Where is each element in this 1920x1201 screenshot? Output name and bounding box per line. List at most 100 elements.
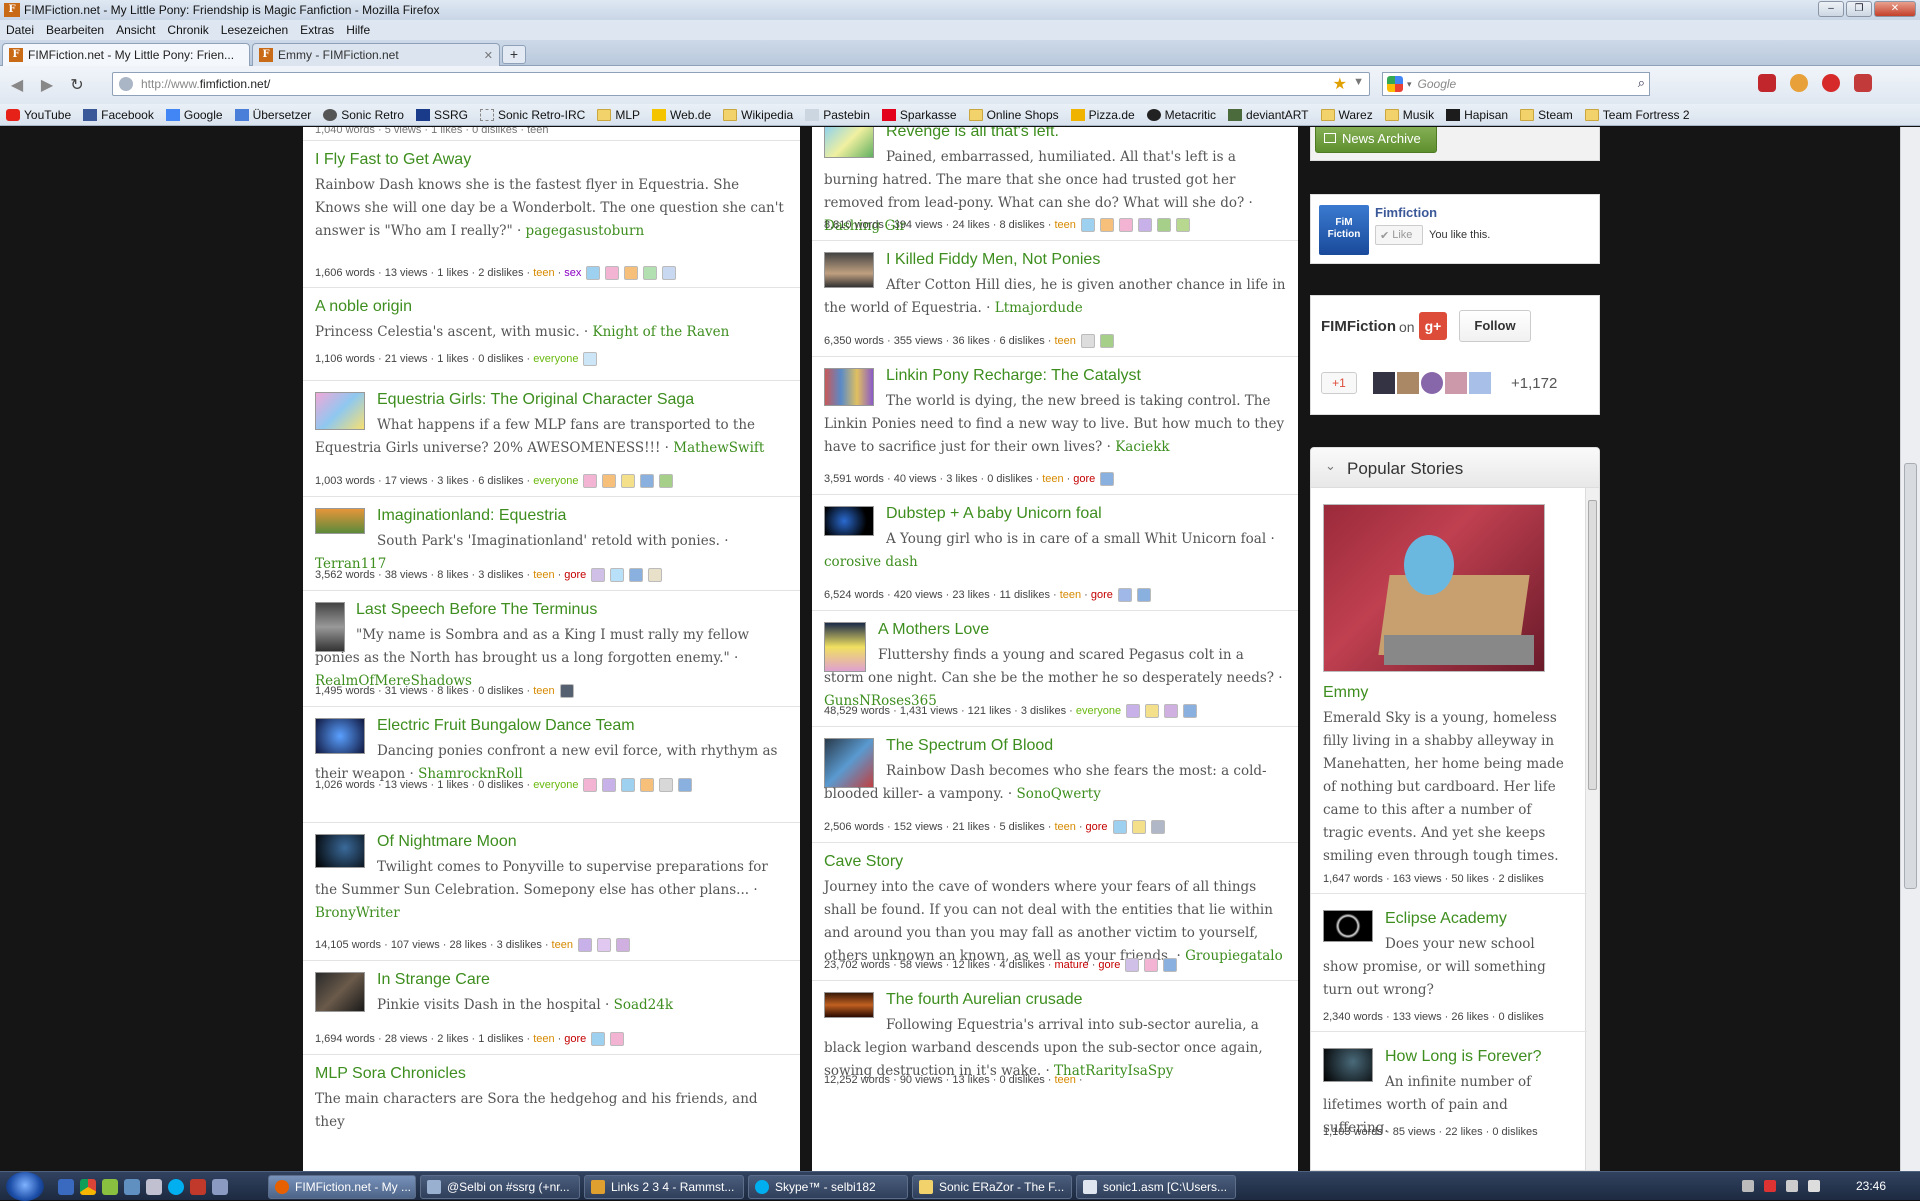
filezilla-icon[interactable] (190, 1179, 206, 1195)
character-tag-icon[interactable] (659, 778, 674, 792)
avatar[interactable] (1373, 372, 1395, 394)
character-tag-icon[interactable] (596, 938, 611, 952)
bookmark-ssrg[interactable]: SSRG (410, 108, 474, 122)
bookmark-webde[interactable]: Web.de (646, 108, 717, 122)
character-tag-icon[interactable] (610, 1032, 625, 1046)
character-tag-icon[interactable] (1100, 472, 1115, 486)
bookmark-folder-warez[interactable]: Warez (1315, 108, 1379, 122)
popular-story-title-link[interactable]: How Long is Forever? (1385, 1048, 1542, 1066)
popular-story-title-link[interactable]: Emmy (1323, 684, 1368, 702)
rating-badge[interactable]: everyone (533, 779, 578, 791)
character-tag-icon[interactable] (640, 474, 655, 488)
taskbar-item-sonic-erazor[interactable]: Sonic ERaZor - The F... (912, 1175, 1072, 1199)
story-author-link[interactable]: pagegasustoburn (526, 223, 645, 239)
character-tag-icon[interactable] (602, 778, 617, 792)
avatar[interactable] (1445, 372, 1467, 394)
bookmark-folder-wikipedia[interactable]: Wikipedia (717, 108, 799, 122)
engine-dropdown-icon[interactable]: ▾ (1407, 79, 1412, 90)
bookmark-folder-steam[interactable]: Steam (1514, 108, 1579, 122)
bookmark-sonic-retro[interactable]: Sonic Retro (317, 108, 410, 122)
popular-scroll-thumb[interactable] (1588, 500, 1597, 790)
character-tag-icon[interactable] (1117, 588, 1132, 602)
rating-badge[interactable]: teen (533, 685, 554, 697)
story-author-link[interactable]: Kaciekk (1115, 439, 1169, 455)
story-title-link[interactable]: Cave Story (824, 853, 903, 871)
bookmark-sonic-retro-irc[interactable]: Sonic Retro-IRC (474, 108, 591, 122)
new-tab-button[interactable]: + (502, 45, 526, 64)
volume-icon[interactable] (1808, 1180, 1820, 1192)
taskbar-item-winamp[interactable]: Links 2 3 4 - Rammst... (584, 1175, 744, 1199)
fimfiction-logo-icon[interactable]: FiM Fiction (1319, 205, 1369, 255)
url-history-dropdown-icon[interactable]: ▼ (1353, 76, 1364, 88)
character-tag-icon[interactable] (1175, 218, 1190, 232)
quicklaunch-icon[interactable] (146, 1179, 162, 1195)
google-plus-icon[interactable]: g+ (1419, 312, 1447, 340)
character-tag-icon[interactable] (1137, 218, 1152, 232)
rating-badge[interactable]: teen (552, 939, 573, 951)
story-title-link[interactable]: Last Speech Before The Terminus (356, 601, 597, 619)
character-tag-icon[interactable] (629, 568, 644, 582)
tray-app-icon[interactable] (1764, 1180, 1776, 1192)
story-title-link[interactable]: MLP Sora Chronicles (315, 1065, 466, 1083)
character-tag-icon[interactable] (678, 778, 693, 792)
rating-badge[interactable]: teen (1042, 473, 1063, 485)
character-tag-icon[interactable] (1118, 218, 1133, 232)
tab-fimfiction-home[interactable]: F FIMFiction.net - My Little Pony: Frien… (2, 43, 250, 66)
bookmark-deviantart[interactable]: deviantART (1222, 108, 1314, 122)
story-author-link[interactable]: SonoQwerty (1017, 786, 1101, 802)
bookmark-uebersetzer[interactable]: Übersetzer (229, 108, 318, 122)
character-tag-icon[interactable] (583, 474, 598, 488)
rating-badge[interactable]: gore (1073, 473, 1095, 485)
bookmark-folder-musik[interactable]: Musik (1379, 108, 1440, 122)
story-title-link[interactable]: Dubstep + A baby Unicorn foal (886, 505, 1102, 523)
taskbar-clock[interactable]: 23:46 (1856, 1179, 1886, 1193)
google-engine-icon[interactable] (1387, 76, 1403, 92)
story-title-link[interactable]: Linkin Pony Recharge: The Catalyst (886, 367, 1141, 385)
rating-badge[interactable]: gore (1086, 821, 1108, 833)
character-tag-icon[interactable] (559, 684, 574, 698)
rating-badge[interactable]: teen (533, 1033, 554, 1045)
skype-icon[interactable] (168, 1179, 184, 1195)
bookmark-pizza[interactable]: Pizza.de (1065, 108, 1141, 122)
tab-emmy[interactable]: F Emmy - FIMFiction.net ✕ (252, 43, 500, 66)
character-tag-icon[interactable] (640, 778, 655, 792)
story-author-link[interactable]: MathewSwift (673, 440, 764, 456)
character-tag-icon[interactable] (1126, 704, 1141, 718)
character-tag-icon[interactable] (1080, 218, 1095, 232)
close-button[interactable]: ✕ (1874, 1, 1916, 17)
character-tag-icon[interactable] (1163, 958, 1178, 972)
back-arrow-icon[interactable]: ◀ (4, 72, 30, 98)
search-bar[interactable]: ▾ Google ⌕ (1382, 72, 1650, 96)
taskbar-item-irc[interactable]: @Selbi on #ssrg (+nr... (420, 1175, 580, 1199)
page-scrollbar[interactable] (1900, 127, 1920, 1171)
quicklaunch-icon[interactable] (102, 1179, 118, 1195)
search-icon[interactable]: ⌕ (1638, 75, 1645, 91)
url-bar[interactable]: http://www. fimfiction.net/ ★ ▼ (112, 72, 1370, 96)
character-tag-icon[interactable] (591, 1032, 606, 1046)
rating-badge[interactable]: teen (1054, 1074, 1075, 1086)
addon-red-icon[interactable] (1758, 74, 1776, 92)
story-title-link[interactable]: Electric Fruit Bungalow Dance Team (377, 717, 635, 735)
story-title-link[interactable]: Revenge is all that's left. (886, 127, 1059, 141)
character-tag-icon[interactable] (577, 938, 592, 952)
story-author-link[interactable]: corosive dash (824, 554, 918, 570)
show-desktop-icon[interactable] (58, 1179, 74, 1195)
addon-menu-icon[interactable] (1854, 74, 1872, 92)
character-tag-icon[interactable] (1145, 704, 1160, 718)
character-tag-icon[interactable] (1164, 704, 1179, 718)
menu-bearbeiten[interactable]: Bearbeiten (40, 23, 110, 37)
avatar[interactable] (1469, 372, 1491, 394)
avatar[interactable] (1421, 372, 1443, 394)
story-title-link[interactable]: A noble origin (315, 298, 412, 316)
maximize-button[interactable]: ❐ (1846, 1, 1872, 17)
rating-badge[interactable]: gore (1091, 589, 1113, 601)
taskbar-item-skype[interactable]: Skype™ - selbi182 (748, 1175, 908, 1199)
bookmark-google[interactable]: Google (160, 108, 229, 122)
rating-badge[interactable]: gore (564, 1033, 586, 1045)
story-author-link[interactable]: Ltmajordude (995, 300, 1083, 316)
minimize-button[interactable]: – (1818, 1, 1844, 17)
story-title-link[interactable]: I Fly Fast to Get Away (315, 151, 471, 169)
character-tag-icon[interactable] (583, 778, 598, 792)
gplus-follow-button[interactable]: Follow (1459, 310, 1531, 342)
bookmark-youtube[interactable]: YouTube (0, 108, 77, 122)
